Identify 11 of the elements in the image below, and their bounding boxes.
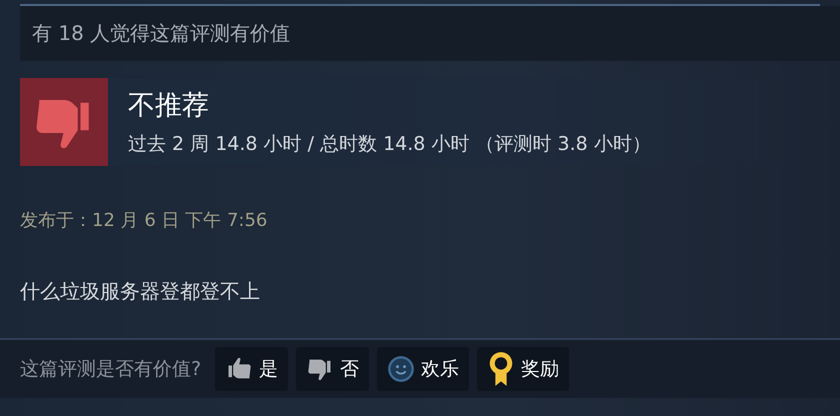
posted-date: 发布于：12 月 6 日 下午 7:56 — [20, 209, 268, 232]
smiley-icon — [387, 355, 416, 383]
review-text: 什么垃圾服务器登都登不上 — [20, 278, 261, 305]
verdict-title: 不推荐 — [128, 89, 210, 123]
down-button[interactable]: 否 — [296, 347, 370, 391]
award-button[interactable]: 奖励 — [477, 347, 570, 391]
playtime-text: 过去 2 周 14.8 小时 / 总时数 14.8 小时 （评测时 3.8 小时） — [128, 132, 651, 157]
funny-button[interactable]: 欢乐 — [377, 347, 470, 391]
helpful-question: 这篇评测是否有价值? — [20, 357, 202, 382]
up-button[interactable]: 是 — [215, 347, 288, 391]
helpful-count-text: 有 18 人觉得这篇评测有价值 — [20, 6, 840, 61]
